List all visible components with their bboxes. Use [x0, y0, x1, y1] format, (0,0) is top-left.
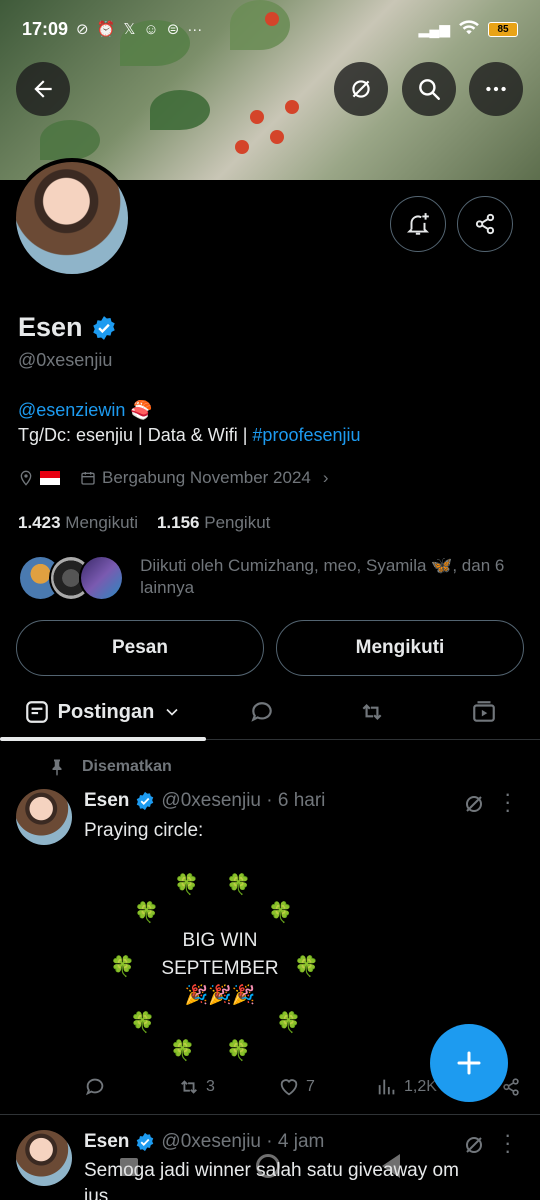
home-nav-icon[interactable]	[256, 1154, 280, 1178]
more-dots-icon: ···	[187, 20, 203, 38]
system-nav-bar	[0, 1140, 540, 1200]
verified-badge-icon	[92, 315, 115, 340]
indonesia-flag-icon	[40, 471, 60, 485]
reply-bubble-icon	[251, 702, 272, 722]
like-count: 7	[306, 1078, 315, 1095]
alarm-icon: ⏰	[96, 21, 116, 38]
clover-emoji: 🍀	[226, 874, 251, 896]
views-count: 1,2K	[404, 1078, 437, 1095]
signal-icon: ▂▄▆	[418, 20, 450, 37]
search-button[interactable]	[402, 62, 456, 116]
tab-posts[interactable]: Postingan	[0, 684, 206, 741]
tweet-center-line-2: SEPTEMBER	[161, 958, 279, 979]
pin-icon	[52, 759, 62, 776]
clover-emoji: 🍀	[110, 956, 135, 978]
wifi-icon	[458, 18, 480, 41]
clover-emoji: 🍀	[226, 1040, 251, 1062]
back-nav-icon[interactable]	[382, 1154, 400, 1178]
bio-line-prefix: Tg/Dc: esenjiu | Data & Wifi |	[18, 425, 253, 445]
robot-icon: ☺	[143, 20, 159, 38]
verified-badge-icon	[137, 791, 154, 811]
profile-name: Esen	[18, 312, 117, 343]
retweet-button[interactable]: 3	[178, 1076, 215, 1098]
clover-emoji: 🍀	[268, 902, 293, 924]
tab-reposts[interactable]	[346, 684, 398, 740]
tweet-more-icon[interactable]: · · ·	[504, 783, 511, 821]
tweet-avatar[interactable]	[16, 789, 72, 845]
profile-handle: @0xesenjiu	[18, 350, 113, 370]
status-time: 17:09	[22, 18, 69, 39]
retweet-count: 3	[206, 1078, 215, 1095]
bell-plus-icon	[406, 213, 430, 235]
profile-tabs: Postingan	[0, 684, 540, 741]
pinned-label: Disematkan	[48, 757, 172, 777]
grok-icon	[352, 80, 370, 98]
like-button[interactable]: 7	[278, 1076, 315, 1098]
retweet-icon	[181, 1080, 197, 1094]
compose-button[interactable]	[430, 1024, 508, 1102]
grok-button[interactable]	[334, 62, 388, 116]
back-button[interactable]	[16, 62, 70, 116]
followers-link[interactable]: 1.156 Pengikut	[157, 513, 270, 532]
bio-text: Tg/Dc: esenjiu | Data & Wifi | #proofese…	[18, 425, 361, 446]
share-icon	[475, 213, 495, 235]
pinned-text: Disematkan	[82, 758, 172, 775]
active-tab-indicator	[0, 737, 206, 741]
chevron-right-icon[interactable]: ›	[323, 468, 329, 488]
follower-avatar	[79, 555, 125, 601]
tweet-text: Praying circle:	[84, 820, 204, 841]
tweet-center-line-3: 🎉🎉🎉	[184, 985, 256, 1006]
heart-icon	[280, 1079, 298, 1096]
tweet-handle-time: @0xesenjiu · 6 hari	[161, 790, 326, 811]
tweet-author-name[interactable]: Esen	[84, 790, 129, 812]
following-link[interactable]: 1.423 Mengikuti	[18, 513, 138, 532]
location-pin-icon	[20, 470, 32, 486]
tweet-header: Esen @0xesenjiu · 6 hari	[84, 790, 325, 812]
bio-hashtag-link[interactable]: #proofesenjiu	[252, 425, 360, 445]
notify-button[interactable]	[390, 196, 446, 252]
views-bar-icon	[378, 1079, 395, 1095]
tab-posts-label: Postingan	[57, 700, 155, 723]
posts-icon	[25, 701, 48, 723]
calendar-icon	[81, 472, 95, 485]
profile-avatar[interactable]	[12, 158, 132, 278]
following-button[interactable]: Mengikuti	[276, 620, 524, 676]
clover-emoji: 🍀	[134, 902, 159, 924]
tab-replies[interactable]	[236, 684, 288, 740]
back-arrow-icon	[34, 80, 52, 98]
search-icon	[419, 79, 440, 100]
clover-emoji: 🍀	[174, 874, 199, 896]
bio-mention-link[interactable]: @esenziewin 🍣	[18, 400, 153, 421]
clover-emoji: 🍀	[276, 1012, 301, 1034]
battery-icon: 85	[488, 21, 518, 37]
more-options-button[interactable]	[469, 62, 523, 116]
plus-icon	[457, 1051, 481, 1075]
follow-stats: 1.423 Mengikuti 1.156 Pengikut	[18, 513, 270, 533]
muted-alarm-icon: ⊘	[76, 21, 89, 38]
x-icon: 𝕏	[123, 21, 136, 38]
more-horizontal-icon	[486, 86, 506, 92]
game-icon: ⊜	[166, 21, 180, 38]
grok-icon[interactable]	[462, 792, 486, 816]
tab-media[interactable]	[458, 684, 510, 740]
chevron-down-icon	[166, 708, 178, 716]
clover-emoji: 🍀	[130, 1012, 155, 1034]
repost-icon	[362, 703, 382, 721]
media-icon	[473, 701, 495, 722]
display-name: Esen	[18, 312, 83, 342]
clover-emoji: 🍀	[170, 1040, 195, 1062]
share-button[interactable]	[457, 196, 513, 252]
tweet-divider	[0, 1114, 540, 1115]
followed-by-section[interactable]: Diikuti oleh Cumizhang, meo, Syamila 🦋, …	[18, 555, 528, 601]
join-date: Bergabung November 2024	[102, 468, 311, 487]
recents-nav-icon[interactable]	[120, 1158, 138, 1176]
followed-by-text: Diikuti oleh Cumizhang, meo, Syamila 🦋, …	[140, 556, 505, 597]
profile-meta: Bergabung November 2024 ›	[18, 468, 329, 488]
status-bar: 17:09 ⊘ ⏰ 𝕏 ☺ ⊜ ··· ▂▄▆ 85	[0, 0, 540, 58]
message-button[interactable]: Pesan	[16, 620, 264, 676]
views-button[interactable]: 1,2K	[376, 1076, 437, 1098]
reply-button[interactable]	[84, 1076, 106, 1098]
reply-icon	[85, 1078, 104, 1096]
tweet-center-line-1: BIG WIN	[182, 930, 258, 951]
